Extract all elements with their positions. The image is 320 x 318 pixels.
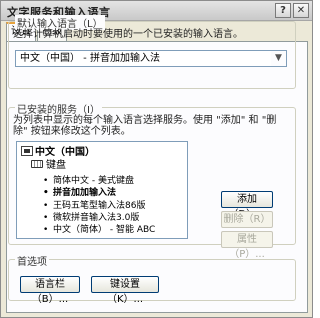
remove-button[interactable]: 删除（R） bbox=[221, 211, 273, 228]
installed-services-description: 为列表中显示的每个输入语言选择服务。使用 "添加" 和 "删除" 按钮来修改这个… bbox=[13, 115, 277, 137]
service-item[interactable]: • 微软拼音输入法3.0版 bbox=[43, 212, 155, 224]
default-language-label: 默认输入语言（L） bbox=[15, 15, 105, 30]
tree-language-label: 中文（中国） bbox=[35, 147, 95, 158]
preferences-label: 首选项 bbox=[15, 253, 49, 268]
help-button[interactable]: ? bbox=[275, 3, 291, 18]
default-language-value: 中文（中国） - 拼音加加输入法 bbox=[20, 53, 160, 64]
language-bar-button[interactable]: 语言栏（B）... bbox=[20, 276, 80, 305]
key-settings-button[interactable]: 键设置（K）... bbox=[91, 276, 159, 305]
service-item[interactable]: • 王码五笔型输入法86版 bbox=[43, 200, 155, 212]
default-language-description: 选择计算机启动时要使用的一个已安装的输入语言。 bbox=[13, 29, 243, 40]
service-item[interactable]: • 拼音加加输入法 bbox=[43, 187, 155, 199]
services-tree[interactable]: 中文（中国） 键盘 • 简体中文 - 美式键盘 • 拼音加加输入法 • 王码五笔型输入… bbox=[16, 141, 188, 239]
service-list: • 简体中文 - 美式键盘 • 拼音加加输入法 • 王码五笔型输入法86版 • 微软拼音… bbox=[43, 175, 155, 236]
tree-keyboard-label: 键盘 bbox=[46, 160, 66, 171]
text-services-dialog: 文字服务和输入语言 ? ✕ 设置 高级 默认输入语言（L） 选择计算机启动时要使… bbox=[0, 0, 313, 318]
service-item[interactable]: • 简体中文 - 美式键盘 bbox=[43, 175, 155, 187]
keyboard-icon bbox=[31, 160, 43, 168]
tree-language-node[interactable]: 中文（中国） bbox=[21, 146, 95, 159]
installed-services-label: 已安装的服务（I） bbox=[15, 101, 102, 116]
chevron-down-icon[interactable]: ▼ bbox=[271, 51, 286, 66]
close-button[interactable]: ✕ bbox=[293, 3, 309, 18]
tree-keyboard-node[interactable]: 键盘 bbox=[31, 160, 66, 172]
service-item[interactable]: • 中文（简体） - 智能 ABC bbox=[43, 224, 155, 236]
default-language-select[interactable]: 中文（中国） - 拼音加加输入法 ▼ bbox=[15, 50, 287, 67]
language-icon bbox=[21, 146, 33, 156]
properties-button[interactable]: 属性（P）... bbox=[221, 231, 273, 260]
add-button[interactable]: 添加（D）... bbox=[221, 191, 273, 220]
